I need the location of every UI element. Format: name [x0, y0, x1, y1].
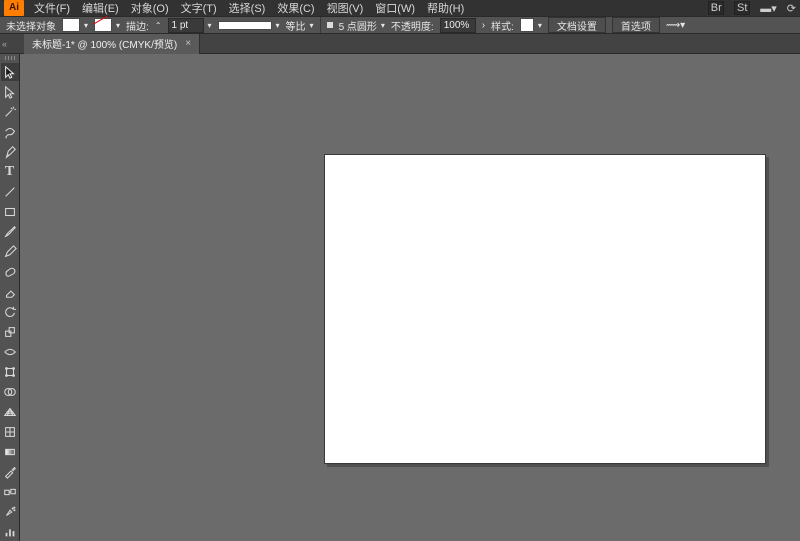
column-graph-tool[interactable] — [1, 523, 19, 541]
menu-object[interactable]: 对象(O) — [125, 0, 175, 16]
fill-swatch[interactable] — [62, 18, 80, 32]
blob-brush-tool[interactable] — [1, 263, 19, 281]
menu-help[interactable]: 帮助(H) — [421, 0, 470, 16]
toolbox-grip[interactable] — [4, 56, 16, 60]
lasso-tool[interactable] — [1, 123, 19, 141]
menu-effect[interactable]: 效果(C) — [271, 0, 320, 16]
eyedropper-tool[interactable] — [1, 463, 19, 481]
tab-scroll-icon[interactable]: « — [2, 39, 7, 49]
style-swatch[interactable] — [520, 18, 534, 32]
perspective-grid-tool[interactable] — [1, 403, 19, 421]
menu-type[interactable]: 文字(T) — [175, 0, 223, 16]
opacity-slider-icon[interactable]: › — [482, 20, 485, 31]
doc-setup-button[interactable]: 文档设置 — [548, 17, 606, 33]
uniform-dropdown[interactable]: ▾ — [276, 21, 280, 30]
toolbox: T ▾ — [0, 54, 20, 541]
direct-selection-tool[interactable] — [1, 83, 19, 101]
mesh-tool[interactable] — [1, 423, 19, 441]
artboard[interactable] — [324, 154, 766, 464]
paintbrush-tool[interactable] — [1, 223, 19, 241]
work-area: T ▾ — [0, 54, 800, 541]
opacity-label: 不透明度: — [391, 18, 434, 33]
bridge-icon[interactable]: Br — [708, 1, 724, 15]
stroke-value-dropdown[interactable]: ▾ — [208, 21, 212, 30]
menu-view[interactable]: 视图(V) — [321, 0, 370, 16]
separator — [320, 17, 321, 33]
style-dropdown[interactable]: ▾ — [538, 21, 542, 30]
symbol-sprayer-tool[interactable] — [1, 503, 19, 521]
app-logo: Ai — [4, 0, 24, 16]
blend-tool[interactable] — [1, 483, 19, 501]
menu-file[interactable]: 文件(F) — [28, 0, 76, 16]
eraser-tool[interactable] — [1, 283, 19, 301]
pencil-tool[interactable] — [1, 243, 19, 261]
free-transform-tool[interactable] — [1, 363, 19, 381]
brush-profile-label[interactable]: 5 点圆形 — [339, 18, 377, 33]
style-label: 样式: — [491, 18, 514, 33]
preferences-button[interactable]: 首选项 — [612, 17, 660, 33]
gradient-tool[interactable] — [1, 443, 19, 461]
stroke-swatch[interactable] — [94, 18, 112, 32]
variable-width-dropdown[interactable]: ▾ — [310, 21, 314, 30]
align-icon[interactable]: ⟿▾ — [666, 20, 685, 31]
menubar: Ai 文件(F) 编辑(E) 对象(O) 文字(T) 选择(S) 效果(C) 视… — [0, 0, 800, 16]
stock-icon[interactable]: St — [734, 1, 750, 15]
line-tool[interactable] — [1, 183, 19, 201]
arrange-icon[interactable]: ▬▾ — [760, 2, 777, 15]
pen-tool[interactable] — [1, 143, 19, 161]
document-tab[interactable]: 未标题-1* @ 100% (CMYK/预览) × — [24, 34, 200, 54]
document-tabstrip: « 未标题-1* @ 100% (CMYK/预览) × — [0, 34, 800, 54]
stroke-label: 描边: — [126, 18, 149, 33]
rectangle-tool[interactable] — [1, 203, 19, 221]
stroke-value-decrement[interactable]: ⌃ — [155, 21, 162, 30]
no-selection-label: 未选择对象 — [6, 18, 56, 33]
document-tab-title: 未标题-1* @ 100% (CMYK/预览) — [32, 36, 177, 51]
width-tool[interactable] — [1, 343, 19, 361]
shape-builder-tool[interactable] — [1, 383, 19, 401]
sync-icon[interactable]: ⟳ — [787, 2, 796, 15]
selection-tool[interactable] — [1, 63, 19, 81]
menu-window[interactable]: 窗口(W) — [369, 0, 421, 16]
menu-select[interactable]: 选择(S) — [223, 0, 272, 16]
stroke-profile-preview[interactable] — [218, 21, 272, 30]
brush-bullet-icon — [327, 22, 333, 28]
magic-wand-tool[interactable] — [1, 103, 19, 121]
menu-edit[interactable]: 编辑(E) — [76, 0, 125, 16]
uniform-label: 等比 — [286, 18, 306, 33]
options-bar: 未选择对象 ▾ ▾ 描边: ⌃ ▾ ▾ 等比 ▾ 5 点圆形 ▾ 不透明度: › 样… — [0, 16, 800, 34]
rotate-tool[interactable] — [1, 303, 19, 321]
brush-dropdown[interactable]: ▾ — [381, 21, 385, 30]
stroke-dropdown-icon[interactable]: ▾ — [116, 21, 120, 30]
type-tool[interactable]: T — [1, 163, 19, 181]
canvas-area[interactable] — [20, 54, 800, 541]
stroke-value-input[interactable] — [168, 18, 204, 33]
tab-close-button[interactable]: × — [185, 38, 191, 49]
opacity-input[interactable] — [440, 18, 476, 33]
scale-tool[interactable] — [1, 323, 19, 341]
fill-dropdown-icon[interactable]: ▾ — [84, 21, 88, 30]
